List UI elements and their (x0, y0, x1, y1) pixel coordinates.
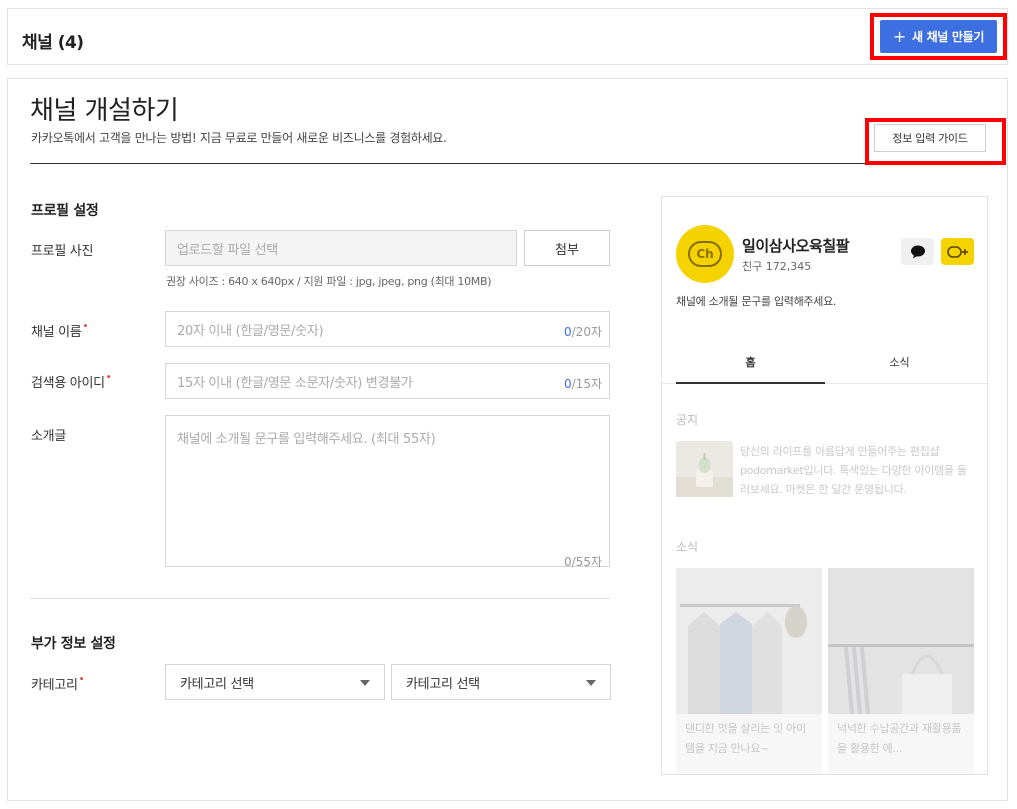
intro-textarea[interactable]: 채널에 소개될 문구를 입력해주세요. (최대 55자) (165, 415, 610, 567)
preview-channel-name: 일이삼사오육칠팔 (742, 237, 850, 255)
channel-name-max: /20자 (571, 325, 602, 339)
category-select-1[interactable]: 카테고리 선택 (165, 664, 385, 700)
preview-friends-count: 친구 172,345 (742, 260, 812, 273)
profile-section-title: 프로필 설정 (31, 203, 99, 219)
category-label: 카테고리• (31, 674, 85, 693)
attach-button[interactable]: 첨부 (524, 230, 610, 266)
channel-name-input[interactable]: 20자 이내 (한글/영문/숫자) (165, 311, 610, 347)
intro-placeholder: 채널에 소개될 문구를 입력해주세요. (최대 55자) (177, 432, 436, 447)
chevron-down-icon (586, 680, 596, 686)
profile-photo-placeholder: 업로드할 파일 선택 (177, 242, 278, 258)
notice-thumbnail (676, 441, 733, 497)
preview-tab-active-indicator (676, 382, 825, 384)
search-id-max: /15자 (571, 377, 602, 391)
search-id-counter: 0/15자 (564, 375, 602, 392)
search-id-label-text: 검색용 아이디 (31, 376, 105, 391)
clothes-rack-image (676, 568, 822, 714)
profile-photo-hint: 권장 사이즈 : 640 x 640px / 지원 파일 : jpg, jpeg… (166, 275, 492, 288)
new-channel-button[interactable]: + 새 채널 만들기 (880, 20, 997, 53)
channel-name-label: 채널 이름• (31, 321, 88, 340)
category-label-text: 카테고리 (31, 678, 78, 693)
preview-news-title: 소식 (676, 540, 699, 554)
title-divider (30, 163, 986, 164)
channel-name-label-text: 채널 이름 (31, 325, 82, 340)
preview-news-card: 댄디한 멋을 살리는 잇 아이템을 지금 만나요~ (676, 568, 822, 774)
preview-description: 채널에 소개될 문구를 입력해주세요. (676, 295, 837, 308)
required-mark: • (82, 321, 89, 332)
search-id-placeholder: 15자 이내 (한글/영문 소문자/숫자) 변경불가 (177, 375, 413, 391)
plus-icon: + (892, 26, 906, 46)
preview-tab-news: 소식 (889, 356, 910, 369)
channel-name-count: 0 (564, 325, 572, 339)
preview-news-card-text: 넉넉한 수납공간과 재활용품을 활용한 에... (837, 722, 962, 755)
channel-header: 채널 (4) (7, 8, 1008, 65)
add-channel-icon (941, 238, 974, 265)
required-mark: • (105, 372, 112, 383)
preview-notice-text: 당신의 라이프를 아름답게 만들어주는 편집샵 podomarket입니다. 특… (740, 445, 967, 496)
new-channel-button-label: 새 채널 만들기 (911, 30, 985, 44)
category-select-1-value: 카테고리 선택 (180, 676, 254, 692)
preview-news-card: 넉넉한 수납공간과 재활용품을 활용한 에... (828, 568, 974, 774)
search-id-label: 검색용 아이디• (31, 372, 112, 391)
search-id-input[interactable]: 15자 이내 (한글/영문 소문자/숫자) 변경불가 (165, 363, 610, 399)
tote-bag-image (828, 568, 974, 715)
channel-preview: Ch 일이삼사오육칠팔 친구 172,345 채널에 소개될 문구를 입력해주세… (661, 196, 988, 775)
page-subtitle: 카카오톡에서 고객을 만나는 방법! 지금 무료로 만들어 새로운 비즈니스를 … (31, 131, 447, 145)
search-id-count: 0 (564, 377, 572, 391)
ch-logo-icon: Ch (688, 241, 722, 267)
channel-name-placeholder: 20자 이내 (한글/영문/숫자) (177, 323, 324, 339)
required-mark: • (78, 674, 85, 685)
channel-count-title: 채널 (4) (22, 33, 84, 53)
intro-counter: 0/55자 (564, 555, 602, 569)
profile-photo-file-input[interactable]: 업로드할 파일 선택 (165, 230, 517, 266)
category-select-2[interactable]: 카테고리 선택 (391, 664, 611, 700)
preview-tab-home: 홈 (745, 356, 756, 369)
extra-section-title: 부가 정보 설정 (31, 636, 116, 652)
channel-avatar: Ch (676, 225, 734, 283)
info-guide-button[interactable]: 정보 입력 가이드 (874, 124, 986, 152)
page-title: 채널 개설하기 (30, 96, 179, 126)
channel-name-counter: 0/20자 (564, 323, 602, 340)
chevron-down-icon (360, 680, 370, 686)
intro-label: 소개글 (31, 429, 66, 444)
section-divider (30, 598, 610, 599)
profile-photo-label: 프로필 사진 (31, 244, 94, 259)
preview-notice-title: 공지 (676, 413, 699, 427)
chat-bubble-icon (901, 238, 934, 265)
preview-news-card-text: 댄디한 멋을 살리는 잇 아이템을 지금 만나요~ (685, 722, 806, 755)
category-select-2-value: 카테고리 선택 (406, 676, 480, 692)
